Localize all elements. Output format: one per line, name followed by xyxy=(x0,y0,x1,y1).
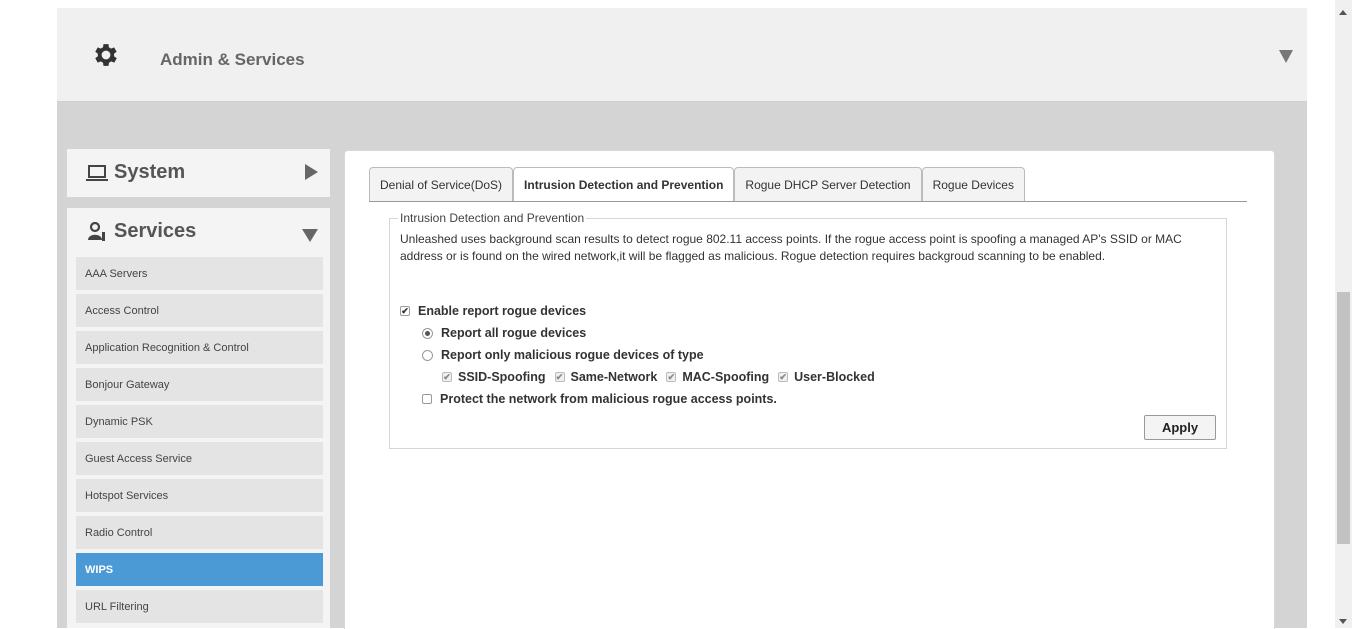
protect-label: Protect the network from malicious rogue… xyxy=(440,392,777,406)
services-icon xyxy=(88,221,105,241)
enable-report-checkbox[interactable]: ✔ xyxy=(400,306,410,316)
main-panel: Denial of Service(DoS) Intrusion Detectio… xyxy=(344,150,1275,629)
page-scrollbar[interactable] xyxy=(1335,0,1352,628)
services-menu: AAA Servers Access Control Application Rec… xyxy=(76,257,323,627)
sidebar-item-wips[interactable]: WIPS xyxy=(76,553,323,586)
sidebar-services-label: Services xyxy=(114,220,197,242)
tab-rogue-devices[interactable]: Rogue Devices xyxy=(921,167,1025,202)
sidebar-item-hotspot-services[interactable]: Hotspot Services xyxy=(76,479,323,512)
report-malicious-row[interactable]: Report only malicious rogue devices of t… xyxy=(422,348,704,362)
sidebar-item-url-filtering[interactable]: URL Filtering xyxy=(76,590,323,623)
sidebar-item-bonjour-gateway[interactable]: Bonjour Gateway xyxy=(76,368,323,401)
ssid-spoofing-checkbox[interactable]: ✔ xyxy=(442,372,452,382)
gear-icon xyxy=(95,44,117,66)
scroll-thumb[interactable] xyxy=(1337,292,1350,544)
same-network-label: Same-Network xyxy=(570,370,658,384)
admin-services-header[interactable]: Admin & Services xyxy=(57,8,1307,102)
user-blocked-label: User-Blocked xyxy=(794,370,875,384)
sidebar-services-header[interactable]: Services xyxy=(86,220,196,243)
sidebar-services: Services AAA Servers Access Control Applic… xyxy=(67,208,330,628)
rogue-type-options: ✔ SSID-Spoofing ✔ Same-Network ✔ MAC-Spo… xyxy=(442,370,884,384)
description-text: Unleashed uses background scan results t… xyxy=(400,232,1182,263)
sidebar-system-label: System xyxy=(114,161,186,183)
report-malicious-label: Report only malicious rogue devices of t… xyxy=(441,348,704,362)
enable-report-row[interactable]: ✔ Enable report rogue devices xyxy=(400,304,586,318)
mac-spoofing-label: MAC-Spoofing xyxy=(682,370,770,384)
mac-spoofing-checkbox[interactable]: ✔ xyxy=(666,372,677,382)
ssid-spoofing-label: SSID-Spoofing xyxy=(458,370,546,384)
sidebar-item-application-recognition-control[interactable]: Application Recognition & Control xyxy=(76,331,323,364)
sidebar-item-radio-control[interactable]: Radio Control xyxy=(76,516,323,549)
scroll-up-icon[interactable] xyxy=(1339,10,1347,15)
fieldset-legend: Intrusion Detection and Prevention xyxy=(398,211,587,225)
sidebar-item-dynamic-psk[interactable]: Dynamic PSK xyxy=(76,405,323,438)
header-title: Admin & Services xyxy=(160,50,305,69)
tab-divider xyxy=(369,201,1247,202)
top-strip xyxy=(0,0,1335,8)
idp-fieldset: Intrusion Detection and Prevention Unlea… xyxy=(389,211,1227,449)
chevron-down-icon[interactable] xyxy=(302,229,318,242)
sidebar-system[interactable]: System xyxy=(67,149,330,197)
collapse-icon[interactable] xyxy=(1279,50,1293,63)
tab-rogue-dhcp-server-detection[interactable]: Rogue DHCP Server Detection xyxy=(734,167,922,202)
sidebar-item-access-control[interactable]: Access Control xyxy=(76,294,323,327)
report-all-radio[interactable] xyxy=(422,327,433,339)
laptop-icon xyxy=(86,164,108,181)
scroll-down-icon[interactable] xyxy=(1339,619,1347,624)
tab-intrusion-detection-and-prevention[interactable]: Intrusion Detection and Prevention xyxy=(513,167,735,202)
report-malicious-radio[interactable] xyxy=(422,349,433,361)
chevron-right-icon xyxy=(305,164,318,180)
apply-button[interactable]: Apply xyxy=(1144,415,1216,440)
same-network-checkbox[interactable]: ✔ xyxy=(554,372,565,382)
protect-checkbox[interactable] xyxy=(422,394,432,404)
report-all-row[interactable]: Report all rogue devices xyxy=(422,326,586,340)
protect-row[interactable]: Protect the network from malicious rogue… xyxy=(422,392,777,406)
enable-report-label: Enable report rogue devices xyxy=(418,304,587,318)
user-blocked-checkbox[interactable]: ✔ xyxy=(778,372,789,382)
tab-denial-of-service-dos[interactable]: Denial of Service(DoS) xyxy=(369,167,514,202)
tab-bar: Denial of Service(DoS) Intrusion Detectio… xyxy=(369,167,1025,202)
sidebar-item-guest-access-service[interactable]: Guest Access Service xyxy=(76,442,323,475)
sidebar-item-aaa-servers[interactable]: AAA Servers xyxy=(76,257,323,290)
report-all-label: Report all rogue devices xyxy=(441,326,587,340)
